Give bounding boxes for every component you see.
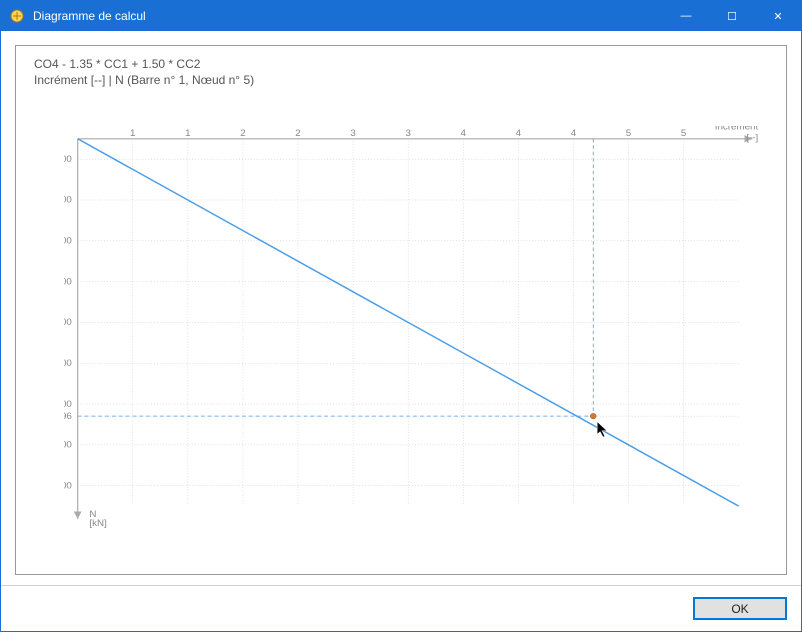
svg-text:Incrément: Incrément <box>715 126 759 133</box>
ok-button[interactable]: OK <box>693 597 787 620</box>
svg-text:-45.00: -45.00 <box>64 317 72 328</box>
minimize-button[interactable]: — <box>663 1 709 31</box>
chart-title-line2: Incrément [--] | N (Barre n° 1, Nœud n° … <box>34 72 768 88</box>
svg-text:1: 1 <box>130 128 135 139</box>
svg-text:-75.00: -75.00 <box>64 440 72 451</box>
svg-text:3: 3 <box>350 128 355 139</box>
plot-area: 1 1 2 2 3 3 4 4 4 5 5 -5.00 -15.00 -25.00 -35.00 -45.00… <box>64 126 768 528</box>
window-buttons: — ☐ ✕ <box>663 1 801 31</box>
svg-text:-67.96: -67.96 <box>64 411 72 422</box>
svg-text:-15.00: -15.00 <box>64 195 72 206</box>
window-title: Diagramme de calcul <box>33 9 663 23</box>
maximize-button[interactable]: ☐ <box>709 1 755 31</box>
app-icon <box>9 8 25 24</box>
svg-text:4: 4 <box>571 128 576 139</box>
svg-text:2: 2 <box>295 128 300 139</box>
close-button[interactable]: ✕ <box>755 1 801 31</box>
svg-text:[kN]: [kN] <box>89 518 106 528</box>
svg-text:4: 4 <box>516 128 521 139</box>
chart-title-line1: CO4 - 1.35 * CC1 + 1.50 * CC2 <box>34 56 768 72</box>
svg-text:-35.00: -35.00 <box>64 277 72 288</box>
chart-titles: CO4 - 1.35 * CC1 + 1.50 * CC2 Incrément … <box>34 56 768 88</box>
svg-text:-5.00: -5.00 <box>64 154 72 165</box>
plot-svg: 1 1 2 2 3 3 4 4 4 5 5 -5.00 -15.00 -25.00 -35.00 -45.00… <box>64 126 768 528</box>
svg-text:-25.00: -25.00 <box>64 236 72 247</box>
chart-frame: CO4 - 1.35 * CC1 + 1.50 * CC2 Incrément … <box>15 45 787 575</box>
svg-text:-85.00: -85.00 <box>64 481 72 492</box>
svg-text:3: 3 <box>405 128 410 139</box>
svg-text:5: 5 <box>626 128 631 139</box>
dialog-window: Diagramme de calcul — ☐ ✕ CO4 - 1.35 * C… <box>0 0 802 632</box>
svg-text:1: 1 <box>185 128 190 139</box>
svg-text:[--]: [--] <box>746 133 758 144</box>
svg-text:2: 2 <box>240 128 245 139</box>
svg-text:5: 5 <box>681 128 686 139</box>
client-area: CO4 - 1.35 * CC1 + 1.50 * CC2 Incrément … <box>1 31 801 631</box>
titlebar: Diagramme de calcul — ☐ ✕ <box>1 1 801 31</box>
svg-text:-55.00: -55.00 <box>64 358 72 369</box>
svg-text:4: 4 <box>461 128 466 139</box>
dialog-footer: OK <box>1 585 801 631</box>
svg-text:-65.00: -65.00 <box>64 399 72 410</box>
